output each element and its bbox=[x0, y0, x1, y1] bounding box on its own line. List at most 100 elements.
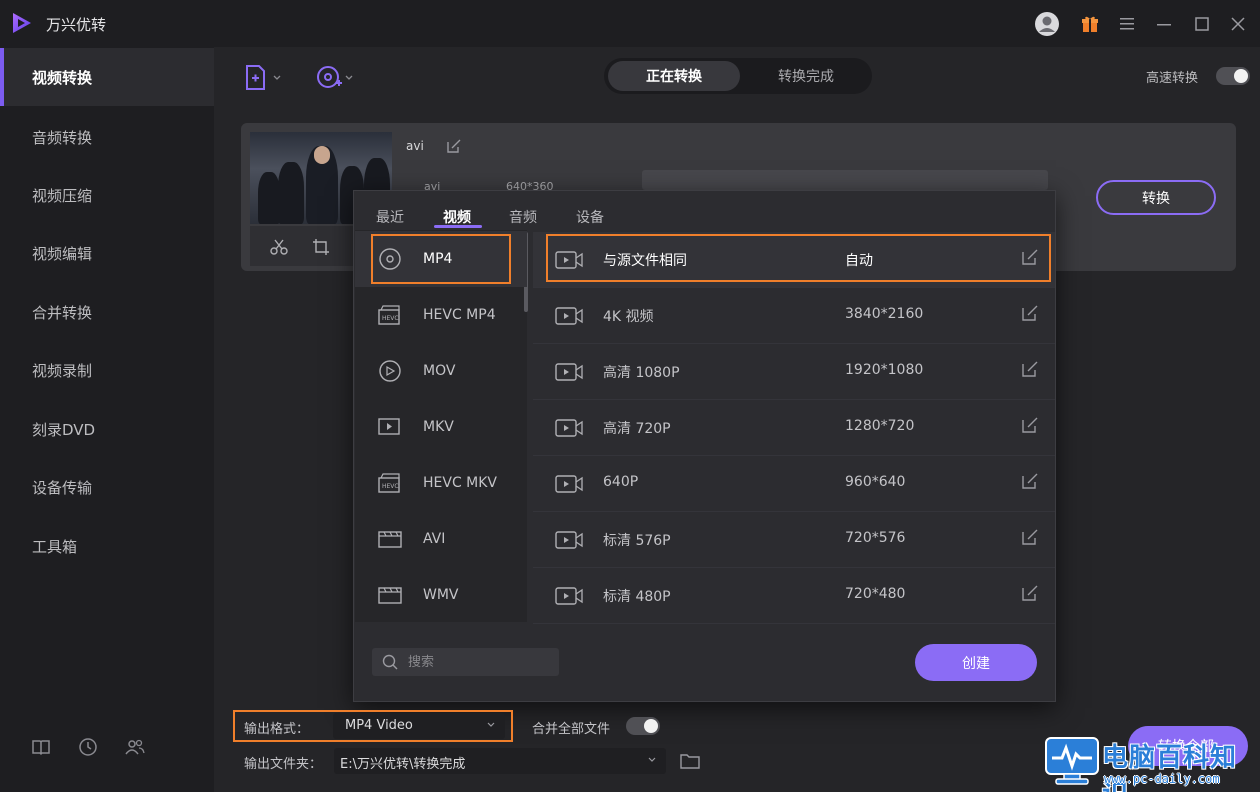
resolution-value: 1280*720 bbox=[845, 418, 915, 434]
video-file-icon bbox=[555, 251, 583, 269]
sidebar-item-label: 视频录制 bbox=[32, 361, 93, 380]
title-bar: 万兴优转 bbox=[0, 0, 1260, 47]
add-disc-button[interactable] bbox=[315, 62, 355, 94]
sidebar-item-label: 音频转换 bbox=[32, 128, 93, 147]
resolution-name: 与源文件相同 bbox=[603, 253, 687, 269]
format-item-hevc-mkv[interactable]: HEVC HEVC MKV bbox=[355, 455, 527, 511]
edit-icon[interactable] bbox=[1021, 528, 1039, 546]
output-format-value: MP4 Video bbox=[345, 718, 413, 733]
tab-device[interactable]: 设备 bbox=[576, 207, 604, 227]
sidebar-item-label: 设备传输 bbox=[32, 478, 93, 497]
merge-files-toggle[interactable] bbox=[626, 717, 660, 735]
add-disc-icon bbox=[317, 66, 353, 88]
resolution-name: 标清 576P bbox=[603, 533, 671, 549]
resolution-name: 标清 480P bbox=[603, 589, 671, 605]
format-label: HEVC MKV bbox=[423, 475, 498, 491]
resolution-name: 高清 1080P bbox=[603, 365, 680, 381]
resolution-name: 640P bbox=[603, 474, 639, 490]
search-input[interactable] bbox=[408, 652, 548, 672]
tab-converting[interactable]: 正在转换 bbox=[608, 61, 740, 91]
sidebar-item-label: 合并转换 bbox=[32, 303, 93, 322]
scissors-icon[interactable] bbox=[270, 238, 288, 256]
book-icon[interactable] bbox=[30, 736, 52, 758]
format-label: MP4 bbox=[423, 251, 453, 267]
format-item-mkv[interactable]: MKV bbox=[355, 399, 527, 455]
active-tab-indicator bbox=[434, 225, 482, 228]
video-file-icon bbox=[555, 363, 583, 381]
svg-text:HEVC: HEVC bbox=[382, 483, 399, 490]
sidebar-item-record[interactable]: 视频录制 bbox=[0, 341, 214, 399]
format-search bbox=[372, 648, 559, 676]
sidebar-item-audio-convert[interactable]: 音频转换 bbox=[0, 108, 214, 166]
output-folder-label: 输出文件夹： bbox=[244, 757, 323, 772]
resolution-value: 自动 bbox=[845, 253, 873, 269]
svg-text:HEVC: HEVC bbox=[382, 315, 399, 322]
resolution-row[interactable]: 标清 576P 720*576 bbox=[533, 512, 1055, 568]
tab-video[interactable]: 视频 bbox=[443, 207, 471, 227]
add-file-icon bbox=[246, 65, 281, 90]
resolution-value: 720*480 bbox=[845, 586, 906, 602]
output-folder-select[interactable]: E:\万兴优转\转换完成 bbox=[334, 748, 666, 774]
sidebar-item-video-compress[interactable]: 视频压缩 bbox=[0, 166, 214, 224]
video-file-icon bbox=[555, 307, 583, 325]
resolution-row[interactable]: 640P 960*640 bbox=[533, 456, 1055, 512]
sidebar-item-video-convert[interactable]: 视频转换 bbox=[0, 48, 214, 106]
rename-edit-icon[interactable] bbox=[446, 138, 462, 154]
create-button[interactable]: 创建 bbox=[915, 644, 1037, 681]
edit-icon[interactable] bbox=[1021, 416, 1039, 434]
sidebar-item-toolbox[interactable]: 工具箱 bbox=[0, 517, 214, 575]
resolution-name: 4K 视频 bbox=[603, 309, 654, 325]
format-item-hevc-mp4[interactable]: HEVC HEVC MP4 bbox=[355, 287, 527, 343]
users-icon[interactable] bbox=[124, 736, 146, 758]
sidebar-item-label: 视频转换 bbox=[32, 68, 93, 87]
format-label: HEVC MP4 bbox=[423, 307, 496, 323]
folder-icon[interactable] bbox=[680, 752, 700, 770]
output-folder-value: E:\万兴优转\转换完成 bbox=[340, 757, 466, 772]
tab-recent[interactable]: 最近 bbox=[376, 207, 404, 227]
edit-icon[interactable] bbox=[1021, 472, 1039, 490]
mkv-icon bbox=[378, 418, 400, 435]
account-avatar-icon[interactable] bbox=[1033, 10, 1061, 38]
convert-button[interactable]: 转换 bbox=[1096, 180, 1216, 215]
status-tabs: 正在转换 转换完成 bbox=[604, 58, 872, 94]
edit-icon[interactable] bbox=[1021, 248, 1039, 266]
crop-icon[interactable] bbox=[312, 238, 330, 256]
sidebar-item-burn-dvd[interactable]: 刻录DVD bbox=[0, 400, 214, 458]
video-file-icon bbox=[555, 587, 583, 605]
edit-icon[interactable] bbox=[1021, 360, 1039, 378]
sidebar-item-merge[interactable]: 合并转换 bbox=[0, 283, 214, 341]
clock-icon[interactable] bbox=[77, 736, 99, 758]
edit-icon[interactable] bbox=[1021, 584, 1039, 602]
sidebar-item-video-edit[interactable]: 视频编辑 bbox=[0, 224, 214, 282]
output-format-select[interactable]: MP4 Video bbox=[333, 713, 505, 739]
format-item-mp4[interactable]: MP4 bbox=[355, 231, 527, 287]
target-format-bar bbox=[642, 170, 1048, 190]
close-icon[interactable] bbox=[1224, 10, 1252, 38]
format-item-mov[interactable]: MOV bbox=[355, 343, 527, 399]
resolution-row[interactable]: 标清 480P 720*480 bbox=[533, 568, 1055, 624]
resolution-row[interactable]: 高清 720P 1280*720 bbox=[533, 400, 1055, 456]
tab-audio[interactable]: 音频 bbox=[509, 207, 537, 227]
minimize-icon[interactable] bbox=[1150, 10, 1178, 38]
menu-icon[interactable] bbox=[1113, 10, 1141, 38]
resolution-row[interactable]: 与源文件相同 自动 bbox=[533, 232, 1055, 288]
edit-icon[interactable] bbox=[1021, 304, 1039, 322]
merge-files-label: 合并全部文件 bbox=[532, 722, 611, 737]
gift-icon[interactable] bbox=[1076, 10, 1104, 38]
app-logo-icon bbox=[13, 13, 31, 33]
format-label: MKV bbox=[423, 419, 454, 435]
resolution-value: 3840*2160 bbox=[845, 306, 924, 322]
format-item-avi[interactable]: AVI bbox=[355, 511, 527, 567]
format-label: WMV bbox=[423, 587, 459, 603]
sidebar-item-label: 刻录DVD bbox=[32, 420, 96, 439]
maximize-icon[interactable] bbox=[1188, 10, 1216, 38]
high-speed-toggle[interactable] bbox=[1216, 67, 1250, 85]
mov-icon bbox=[379, 360, 401, 382]
add-file-button[interactable] bbox=[243, 62, 283, 94]
sidebar-item-device-transfer[interactable]: 设备传输 bbox=[0, 458, 214, 516]
resolution-row[interactable]: 4K 视频 3840*2160 bbox=[533, 288, 1055, 344]
resolution-row[interactable]: 高清 1080P 1920*1080 bbox=[533, 344, 1055, 400]
tab-completed[interactable]: 转换完成 bbox=[744, 61, 868, 91]
format-item-wmv[interactable]: WMV bbox=[355, 567, 527, 623]
format-label: MOV bbox=[423, 363, 456, 379]
